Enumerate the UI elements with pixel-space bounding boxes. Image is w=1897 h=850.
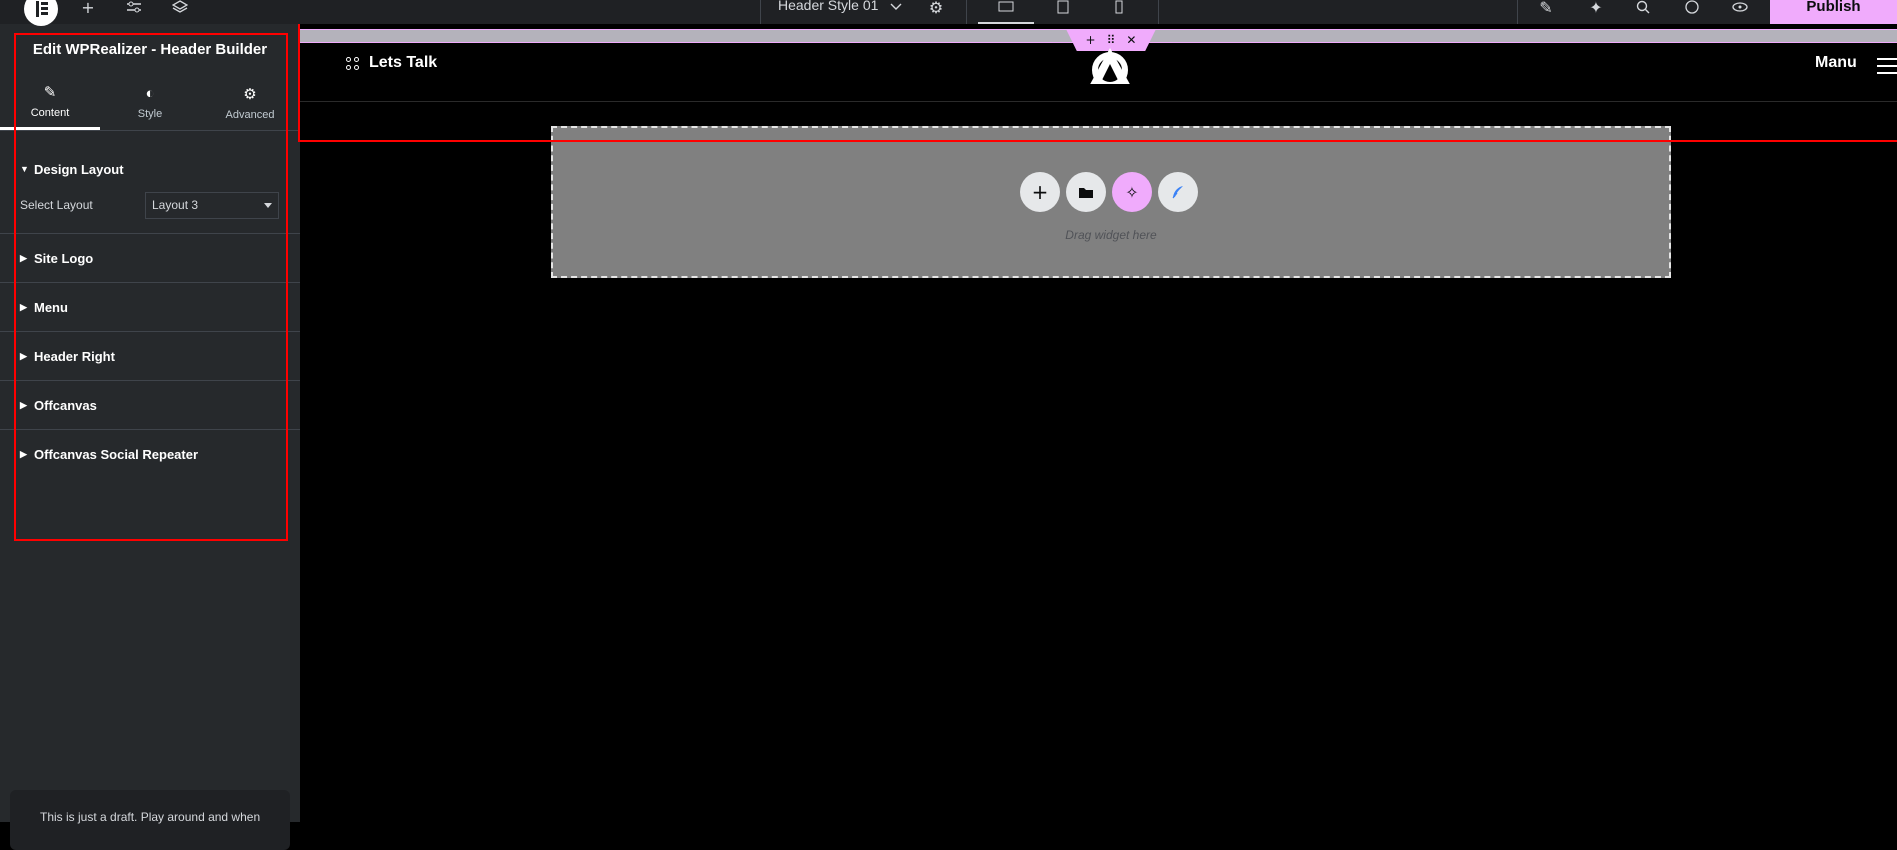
editor-panel: Edit WPRealizer - Header Builder ✎ Conte… xyxy=(0,24,300,850)
brush-icon[interactable]: ✎ xyxy=(1535,0,1557,18)
caret-right-icon: ▶ xyxy=(20,399,27,410)
pencil-icon: ✎ xyxy=(43,84,57,101)
active-device-indicator xyxy=(978,22,1034,24)
gear-icon: ⚙ xyxy=(243,85,257,103)
section-label: Offcanvas Social Repeater xyxy=(34,446,199,462)
help-icon[interactable] xyxy=(1681,0,1703,18)
section-design-layout: ▼ Design Layout Select Layout Layout 3 xyxy=(0,145,300,234)
section-header-right-toggle[interactable]: ▶ Header Right xyxy=(0,332,300,380)
add-element-icon[interactable]: + xyxy=(77,0,99,18)
template-library-button[interactable] xyxy=(1066,172,1106,212)
draft-notice: This is just a draft. Play around and wh… xyxy=(10,790,290,850)
search-icon[interactable] xyxy=(1632,0,1654,18)
empty-section-drop-zone[interactable]: + ✧ Drag widget here xyxy=(551,126,1671,278)
section-menu: ▶ Menu xyxy=(0,283,300,332)
add-section-button[interactable]: + xyxy=(1020,172,1060,212)
divider xyxy=(1158,0,1159,24)
hamburger-menu-icon[interactable] xyxy=(1877,58,1897,74)
page-settings-gear-icon[interactable]: ⚙ xyxy=(925,0,947,18)
section-offcanvas-toggle[interactable]: ▶ Offcanvas xyxy=(0,381,300,429)
section-site-logo-toggle[interactable]: ▶ Site Logo xyxy=(0,234,300,282)
dropdown-arrow-icon xyxy=(264,202,272,208)
section-offcanvas: ▶ Offcanvas xyxy=(0,381,300,430)
half-circle-icon: ◐ xyxy=(145,85,155,102)
lets-talk-link[interactable]: Lets Talk xyxy=(346,54,437,72)
sparkle-icon: ✧ xyxy=(1125,182,1139,202)
preview-canvas: + ⠿ ✕ Lets Talk Manu + ✧ Drag widget her… xyxy=(300,24,1897,822)
layers-icon[interactable] xyxy=(169,0,191,18)
header-section[interactable]: + ⠿ ✕ Lets Talk Manu xyxy=(300,24,1897,102)
site-logo-icon[interactable] xyxy=(1080,44,1140,92)
section-offcanvas-social-repeater-toggle[interactable]: ▶ Offcanvas Social Repeater xyxy=(0,430,300,478)
tab-advanced-label: Advanced xyxy=(225,108,275,121)
mobile-icon[interactable] xyxy=(1108,0,1130,18)
section-site-logo: ▶ Site Logo xyxy=(0,234,300,283)
caret-right-icon: ▶ xyxy=(20,252,27,263)
select-layout-label: Select Layout xyxy=(20,198,93,212)
section-label: Header Right xyxy=(34,348,115,364)
lets-talk-label: Lets Talk xyxy=(369,54,438,71)
select-layout-dropdown[interactable]: Layout 3 xyxy=(145,191,279,219)
caret-down-icon: ▼ xyxy=(20,164,29,174)
divider xyxy=(760,0,761,24)
section-label: Site Logo xyxy=(34,250,94,266)
tab-content-label: Content xyxy=(30,107,70,119)
chevron-down-icon[interactable] xyxy=(885,0,907,18)
divider xyxy=(966,0,967,24)
section-label: Design Layout xyxy=(34,161,124,177)
document-title[interactable]: Header Style 01 xyxy=(778,0,878,13)
top-bar: + Header Style 01 ⚙ ✎ ✦ Publish xyxy=(0,0,1897,26)
tablet-icon[interactable] xyxy=(1052,0,1074,18)
menu-label[interactable]: Manu xyxy=(1815,54,1857,72)
caret-right-icon: ▶ xyxy=(20,448,27,459)
drop-zone-actions: + ✧ xyxy=(1020,172,1198,212)
feather-icon xyxy=(1172,186,1183,199)
tab-content[interactable]: ✎ Content xyxy=(0,75,100,130)
caret-right-icon: ▶ xyxy=(20,350,27,361)
section-label: Offcanvas xyxy=(34,397,97,413)
elementor-logo-icon[interactable] xyxy=(24,0,58,26)
dots-grid-icon xyxy=(346,56,359,70)
section-header-right: ▶ Header Right xyxy=(0,332,300,381)
tab-style[interactable]: ◐ Style xyxy=(100,75,200,130)
quill-button[interactable] xyxy=(1158,172,1198,212)
site-settings-icon[interactable] xyxy=(123,0,145,18)
tab-style-label: Style xyxy=(137,108,163,120)
publish-button[interactable]: Publish xyxy=(1770,0,1897,24)
drop-zone-text: Drag widget here xyxy=(1065,228,1157,242)
panel-tabs: ✎ Content ◐ Style ⚙ Advanced xyxy=(0,75,300,131)
section-label: Menu xyxy=(34,299,68,315)
select-layout-control: Select Layout Layout 3 xyxy=(0,191,300,233)
select-layout-value: Layout 3 xyxy=(152,198,199,212)
section-menu-toggle[interactable]: ▶ Menu xyxy=(0,283,300,331)
ai-generate-button[interactable]: ✧ xyxy=(1112,172,1152,212)
tab-advanced[interactable]: ⚙ Advanced xyxy=(200,75,300,130)
preview-eye-icon[interactable] xyxy=(1729,0,1751,18)
panel-title: Edit WPRealizer - Header Builder xyxy=(32,41,268,58)
caret-right-icon: ▶ xyxy=(20,301,27,312)
notes-icon[interactable]: ✦ xyxy=(1585,0,1607,18)
section-design-layout-toggle[interactable]: ▼ Design Layout xyxy=(0,145,300,193)
desktop-icon[interactable] xyxy=(995,0,1017,18)
divider xyxy=(1517,0,1518,24)
section-offcanvas-social-repeater: ▶ Offcanvas Social Repeater xyxy=(0,430,300,478)
folder-icon xyxy=(1079,187,1093,198)
